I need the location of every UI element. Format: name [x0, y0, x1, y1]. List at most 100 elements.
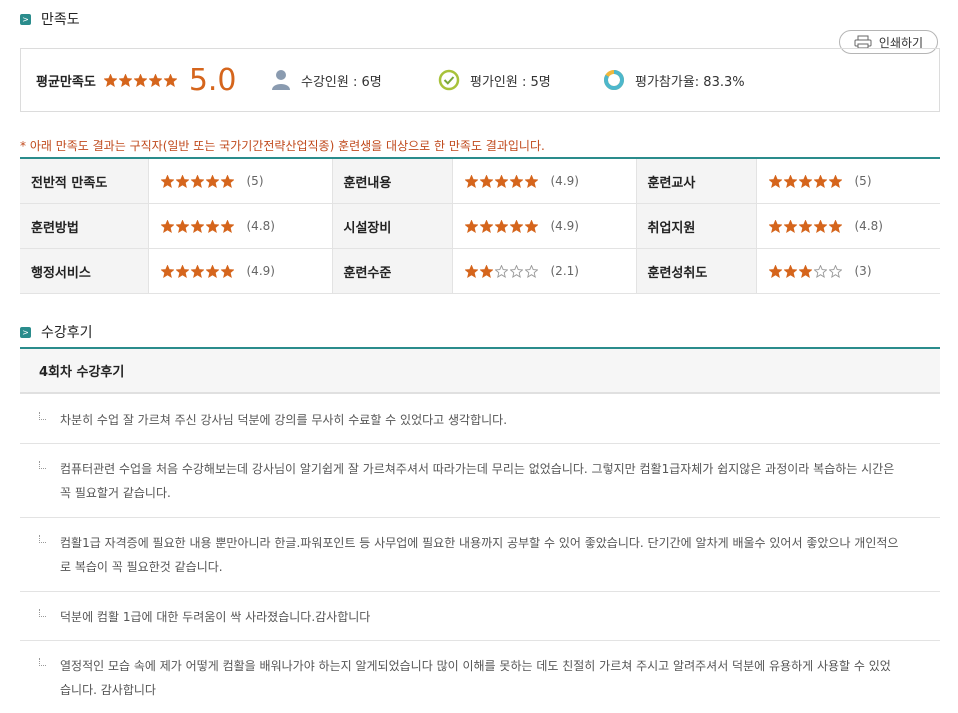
star-filled-icon [175, 219, 189, 233]
list-bullet-icon [39, 412, 46, 420]
star-filled-icon [768, 174, 782, 188]
review-text: 차분히 수업 잘 가르쳐 주신 강사님 덕분에 강의를 무사히 수료할 수 있었… [60, 413, 508, 427]
average-stars [103, 73, 177, 87]
star-filled-icon [768, 219, 782, 233]
satisfaction-summary: 평균만족도 5.0 수강인원 : 6명 평가인원 : 5명 평가참가율: 83.… [20, 48, 940, 112]
rating-label: 훈련내용 [332, 158, 453, 204]
star-filled-icon [190, 264, 204, 278]
evaluator-label: 평가인원 : 5명 [470, 74, 551, 90]
rating-value: (4.9) [452, 203, 637, 249]
star-filled-icon [160, 219, 174, 233]
list-bullet-icon [39, 609, 46, 617]
star-filled-icon [479, 174, 493, 188]
rating-stars [160, 219, 234, 233]
review-text: 덕분에 컴활 1급에 대한 두려움이 싹 사라졌습니다.감사합니다 [60, 610, 371, 624]
star-filled-icon [220, 174, 234, 188]
rating-row: 훈련방법 (4.8) 시설장비 (4.9) 취업지원 (4.8) [20, 203, 940, 249]
star-filled-icon [464, 264, 478, 278]
star-empty-icon [509, 264, 523, 278]
rating-value: (3) [756, 248, 940, 294]
rating-score: (2.1) [550, 264, 579, 278]
star-filled-icon [783, 174, 797, 188]
star-filled-icon [190, 219, 204, 233]
star-filled-icon [783, 264, 797, 278]
star-filled-icon [205, 174, 219, 188]
star-filled-icon [118, 73, 132, 87]
rating-value: (4.9) [452, 158, 637, 204]
rating-score: (3) [854, 264, 872, 278]
rating-value: (5) [756, 158, 940, 204]
star-filled-icon [509, 219, 523, 233]
rating-score: (4.8) [246, 219, 275, 233]
average-satisfaction: 평균만족도 5.0 [36, 49, 237, 111]
rating-value: (2.1) [452, 248, 637, 294]
review-round-header: 4회차 수강후기 [20, 347, 940, 394]
rating-value: (4.8) [148, 203, 333, 249]
rating-stars [464, 174, 538, 188]
rating-label: 훈련방법 [20, 203, 149, 249]
review-text: 컴퓨터관련 수업을 처음 수강해보는데 강사님이 알기쉽게 잘 가르쳐주셔서 따… [60, 462, 895, 500]
check-circle-icon [438, 69, 460, 91]
satisfaction-notice: * 아래 만족도 결과는 구직자(일반 또는 국가기간전략산업직종) 훈련생을 … [20, 139, 545, 153]
rating-stars [768, 219, 842, 233]
star-filled-icon [148, 73, 162, 87]
rating-label: 훈련성취도 [636, 248, 757, 294]
star-filled-icon [103, 73, 117, 87]
star-filled-icon [175, 264, 189, 278]
rating-value: (4.8) [756, 203, 940, 249]
star-empty-icon [813, 264, 827, 278]
rating-stars [160, 174, 234, 188]
rating-score: (5) [854, 174, 872, 188]
star-filled-icon [479, 219, 493, 233]
rating-score: (4.9) [246, 264, 275, 278]
star-filled-icon [783, 219, 797, 233]
review-list: 차분히 수업 잘 가르쳐 주신 강사님 덕분에 강의를 무사히 수료할 수 있었… [20, 395, 940, 713]
star-filled-icon [813, 174, 827, 188]
section-title: 만족도 [41, 12, 80, 28]
star-filled-icon [494, 174, 508, 188]
rating-stars [160, 264, 234, 278]
star-filled-icon [524, 219, 538, 233]
star-filled-icon [813, 219, 827, 233]
review-item: 열정적인 모습 속에 제가 어떻게 컴활을 배워나가야 하는지 알게되었습니다 … [20, 641, 940, 713]
rating-label: 전반적 만족도 [20, 158, 149, 204]
section-title: 수강후기 [41, 325, 93, 341]
section-bullet-icon: > [20, 13, 31, 25]
star-filled-icon [464, 174, 478, 188]
rating-label: 훈련교사 [636, 158, 757, 204]
star-filled-icon [205, 219, 219, 233]
rating-stars [768, 264, 842, 278]
review-text: 열정적인 모습 속에 제가 어떻게 컴활을 배워나가야 하는지 알게되었습니다 … [60, 659, 891, 697]
star-filled-icon [205, 264, 219, 278]
star-filled-icon [133, 73, 147, 87]
average-score: 5.0 [188, 62, 237, 98]
printer-icon [854, 35, 872, 49]
star-filled-icon [524, 174, 538, 188]
star-filled-icon [220, 219, 234, 233]
star-empty-icon [828, 264, 842, 278]
review-item: 컴퓨터관련 수업을 처음 수강해보는데 강사님이 알기쉽게 잘 가르쳐주셔서 따… [20, 444, 940, 518]
rating-label: 시설장비 [332, 203, 453, 249]
rating-label: 행정서비스 [20, 248, 149, 294]
section-bullet-icon: > [20, 326, 31, 338]
rating-stars [768, 174, 842, 188]
star-filled-icon [464, 219, 478, 233]
star-filled-icon [768, 264, 782, 278]
star-filled-icon [509, 174, 523, 188]
rating-score: (4.8) [854, 219, 883, 233]
participation-rate: 평가참가율: 83.3% [603, 49, 745, 111]
star-filled-icon [828, 174, 842, 188]
rating-score: (5) [246, 174, 264, 188]
star-filled-icon [828, 219, 842, 233]
star-filled-icon [220, 264, 234, 278]
rating-table: 전반적 만족도 (5) 훈련내용 (4.9) 훈련교사 (5) 훈련방법 (4.8) 시설장비 (… [20, 157, 940, 294]
participation-label: 평가참가율: 83.3% [635, 74, 745, 90]
review-item: 덕분에 컴활 1급에 대한 두려움이 싹 사라졌습니다.감사합니다 [20, 592, 940, 641]
donut-chart-icon [604, 70, 624, 90]
list-bullet-icon [39, 658, 46, 666]
star-filled-icon [494, 219, 508, 233]
reviews-section-heading: > 수강후기 [20, 322, 93, 342]
star-empty-icon [494, 264, 508, 278]
star-filled-icon [798, 264, 812, 278]
rating-label: 취업지원 [636, 203, 757, 249]
